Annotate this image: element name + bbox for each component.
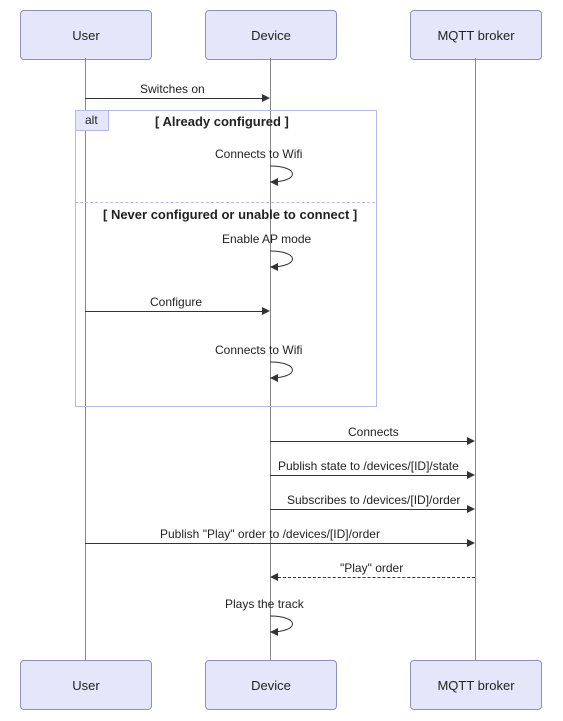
arrowhead-play-order: [270, 573, 278, 581]
actor-device-bot-label: Device: [251, 678, 291, 693]
msg-subscribes: Subscribes to /devices/[ID]/order: [287, 493, 460, 507]
arrow-switches-on: [85, 98, 262, 99]
loop-connects-wifi-2: [270, 358, 302, 382]
lifeline-broker: [475, 58, 476, 660]
msg-connects-wifi-2: Connects to Wifi: [215, 343, 302, 357]
msg-plays-track: Plays the track: [225, 597, 304, 611]
msg-connects-wifi-1: Connects to Wifi: [215, 147, 302, 161]
arrow-pub-state: [270, 475, 467, 476]
arrowhead-subscribes: [467, 505, 475, 513]
msg-configure: Configure: [150, 295, 202, 309]
arrowhead-connects: [467, 437, 475, 445]
arrow-connects: [270, 441, 467, 442]
actor-device-bottom: Device: [205, 660, 337, 710]
msg-switches-on: Switches on: [140, 82, 205, 96]
arrowhead-pub-state: [467, 471, 475, 479]
arrow-configure: [85, 311, 262, 312]
actor-user-top: User: [20, 10, 152, 60]
arrow-play-order: [278, 577, 475, 578]
msg-connects: Connects: [348, 425, 399, 439]
actor-broker-bottom: MQTT broker: [410, 660, 542, 710]
arrow-pub-play: [85, 543, 467, 544]
actor-broker-top: MQTT broker: [410, 10, 542, 60]
msg-pub-state: Publish state to /devices/[ID]/state: [278, 459, 459, 473]
actor-broker-label: MQTT broker: [437, 28, 514, 43]
loop-connects-wifi-1: [270, 162, 302, 186]
arrowhead-pub-play: [467, 539, 475, 547]
actor-user-bottom: User: [20, 660, 152, 710]
arrow-subscribes: [270, 509, 467, 510]
loop-enable-ap: [270, 247, 302, 271]
arrowhead-switches-on: [262, 94, 270, 102]
msg-pub-play: Publish "Play" order to /devices/[ID]/or…: [160, 527, 380, 541]
msg-play-order: "Play" order: [340, 561, 403, 575]
actor-device-top: Device: [205, 10, 337, 60]
actor-user-label: User: [72, 28, 99, 43]
arrowhead-configure: [262, 307, 270, 315]
actor-user-bot-label: User: [72, 678, 99, 693]
loop-plays-track: [270, 612, 302, 636]
actor-broker-bot-label: MQTT broker: [437, 678, 514, 693]
actor-device-label: Device: [251, 28, 291, 43]
msg-enable-ap: Enable AP mode: [222, 232, 311, 246]
